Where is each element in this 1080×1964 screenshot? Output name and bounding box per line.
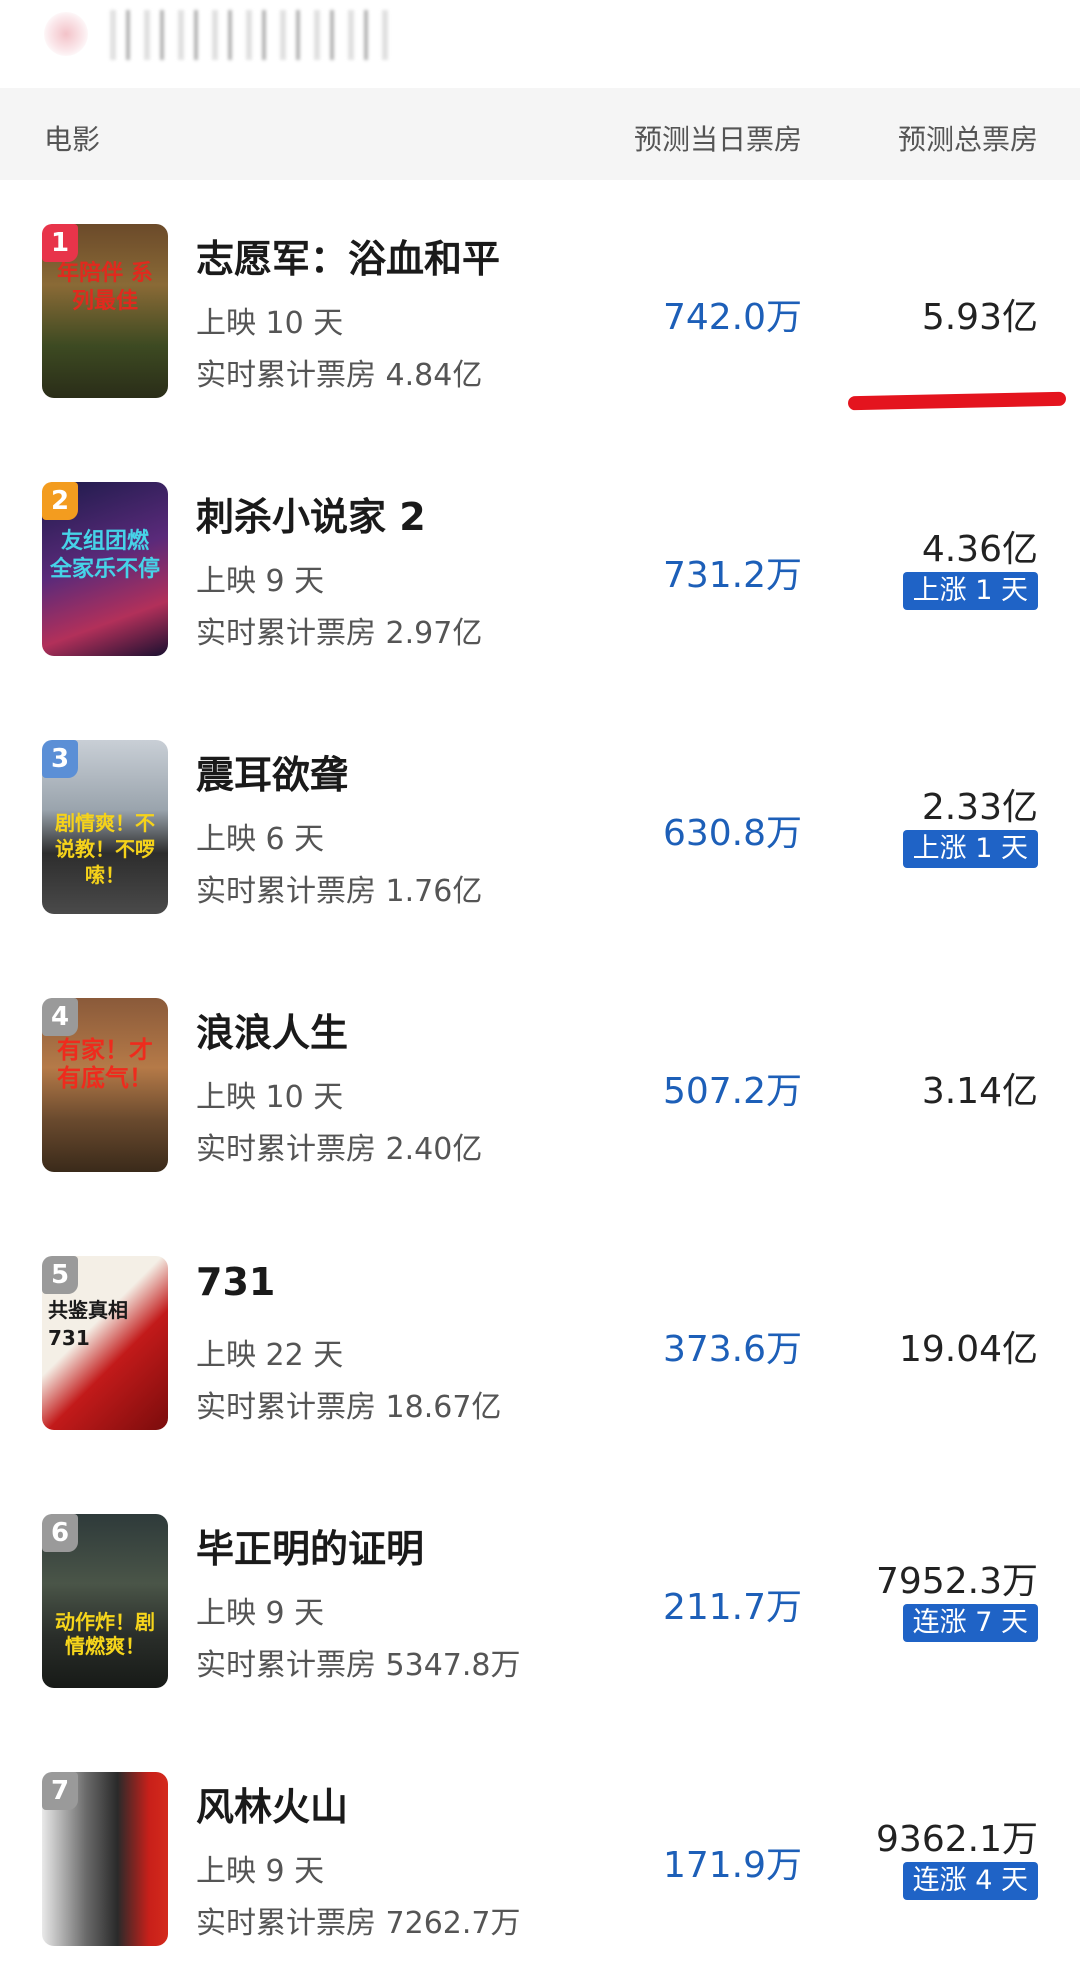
days-released: 上映 10 天 xyxy=(196,306,344,341)
daily-forecast-value: 731.2万 xyxy=(662,555,802,596)
days-released: 上映 9 天 xyxy=(196,564,325,599)
trend-badge: 连涨 7 天 xyxy=(902,1604,1038,1642)
total-forecast-value: 7952.3万 xyxy=(876,1561,1038,1602)
total-forecast-value: 2.33亿 xyxy=(921,787,1038,828)
header-total-forecast[interactable]: 预测总票房 xyxy=(898,118,1038,158)
poster-caption: 动作炸！剧情燃爽！ xyxy=(55,1610,155,1658)
movie-title[interactable]: 风林火山 xyxy=(196,1776,348,1831)
poster-caption: 年陪伴 系列最佳 xyxy=(57,261,153,314)
days-released: 上映 9 天 xyxy=(196,1854,325,1889)
daily-forecast-value: 742.0万 xyxy=(662,297,802,338)
rank-badge: 1 xyxy=(42,224,78,262)
cumulative-box-office: 实时累计票房 2.97亿 xyxy=(196,616,483,651)
header-movie: 电影 xyxy=(44,123,101,156)
movie-title[interactable]: 毕正明的证明 xyxy=(196,1518,424,1573)
daily-forecast-value: 211.7万 xyxy=(662,1587,802,1628)
days-released: 上映 22 天 xyxy=(196,1338,344,1373)
daily-forecast-value: 373.6万 xyxy=(662,1329,802,1370)
trend-badge: 上涨 1 天 xyxy=(902,572,1038,610)
rank-badge: 6 xyxy=(42,1514,78,1552)
poster-caption: 友组团燃 全家乐不停 xyxy=(49,529,160,582)
rank-badge: 4 xyxy=(42,998,78,1036)
movie-row[interactable]: 剧情爽！不说教！不啰嗦！ 3 震耳欲聋 上映 6 天 实时累计票房 1.76亿 … xyxy=(0,696,1080,954)
days-released: 上映 10 天 xyxy=(196,1080,344,1115)
movie-row[interactable]: 友组团燃 全家乐不停 2 刺杀小说家 2 上映 9 天 实时累计票房 2.97亿… xyxy=(0,438,1080,696)
total-forecast-value: 19.04亿 xyxy=(898,1329,1038,1370)
blurred-title xyxy=(110,10,390,60)
movie-title[interactable]: 浪浪人生 xyxy=(196,1002,348,1057)
cumulative-box-office: 实时累计票房 7262.7万 xyxy=(196,1906,521,1941)
poster-caption: 共鉴真相 731 xyxy=(48,1298,128,1350)
table-header: 电影 预测当日票房 预测总票房 xyxy=(0,88,1080,180)
daily-forecast-value: 630.8万 xyxy=(662,813,802,854)
trend-badge: 连涨 4 天 xyxy=(902,1862,1038,1900)
cumulative-box-office: 实时累计票房 1.76亿 xyxy=(196,874,483,909)
rank-badge: 7 xyxy=(42,1772,78,1810)
trend-badge: 上涨 1 天 xyxy=(902,830,1038,868)
movie-row[interactable]: 动作炸！剧情燃爽！ 6 毕正明的证明 上映 9 天 实时累计票房 5347.8万… xyxy=(0,1470,1080,1728)
blurred-avatar xyxy=(44,12,88,56)
movie-title[interactable]: 震耳欲聋 xyxy=(196,744,348,799)
rank-badge: 3 xyxy=(42,740,78,778)
total-forecast-value: 9362.1万 xyxy=(876,1819,1038,1860)
movie-row[interactable]: 有家！才有底气！ 4 浪浪人生 上映 10 天 实时累计票房 2.40亿 507… xyxy=(0,954,1080,1212)
total-forecast-value: 5.93亿 xyxy=(921,297,1038,338)
total-forecast-value: 3.14亿 xyxy=(921,1071,1038,1112)
poster-caption: 有家！才有底气！ xyxy=(57,1036,153,1092)
daily-forecast-value: 171.9万 xyxy=(662,1845,802,1886)
cumulative-box-office: 实时累计票房 2.40亿 xyxy=(196,1132,483,1167)
status-area xyxy=(0,0,1080,88)
movie-row[interactable]: 共鉴真相 731 5 731 上映 22 天 实时累计票房 18.67亿 373… xyxy=(0,1212,1080,1470)
poster-caption: 剧情爽！不说教！不啰嗦！ xyxy=(55,811,155,887)
cumulative-box-office: 实时累计票房 5347.8万 xyxy=(196,1648,521,1683)
cumulative-box-office: 实时累计票房 18.67亿 xyxy=(196,1390,502,1425)
rank-badge: 2 xyxy=(42,482,78,520)
cumulative-box-office: 实时累计票房 4.84亿 xyxy=(196,358,483,393)
rank-badge: 5 xyxy=(42,1256,78,1294)
daily-forecast-value: 507.2万 xyxy=(662,1071,802,1112)
movie-title[interactable]: 刺杀小说家 2 xyxy=(196,486,426,541)
movie-row[interactable]: 7 风林火山 上映 9 天 实时累计票房 7262.7万 171.9万 9362… xyxy=(0,1728,1080,1964)
movie-title[interactable]: 志愿军：浴血和平 xyxy=(196,228,500,283)
total-forecast-value: 4.36亿 xyxy=(921,529,1038,570)
days-released: 上映 6 天 xyxy=(196,822,325,857)
header-daily-forecast[interactable]: 预测当日票房 xyxy=(634,118,802,158)
movie-title[interactable]: 731 xyxy=(196,1260,275,1304)
days-released: 上映 9 天 xyxy=(196,1596,325,1631)
